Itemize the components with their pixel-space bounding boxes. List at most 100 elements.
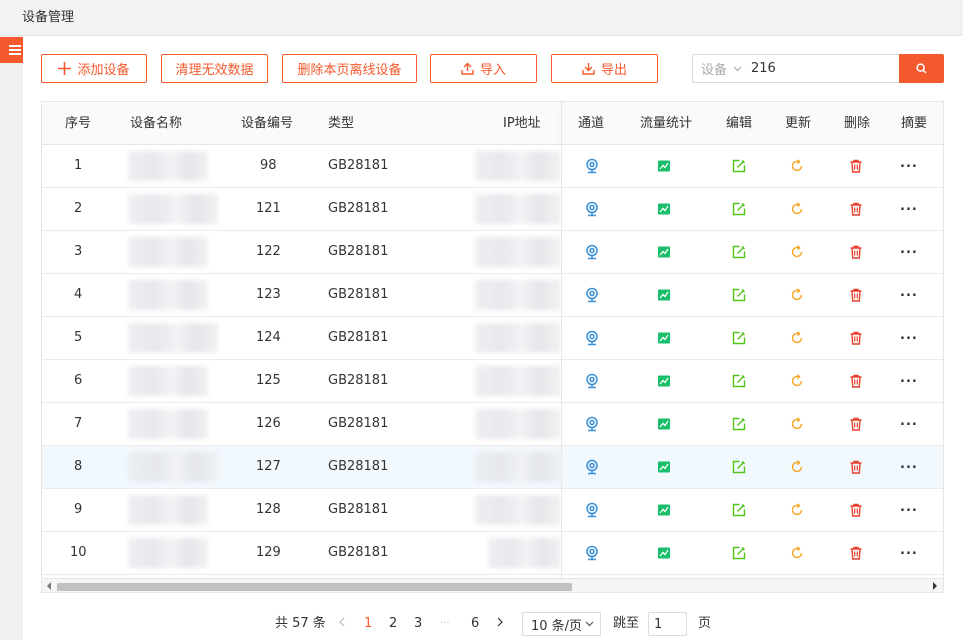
- summary-more-button[interactable]: ...: [900, 446, 918, 488]
- page-2-button[interactable]: 2: [389, 612, 397, 636]
- search-button[interactable]: [899, 54, 944, 83]
- edit-icon: [731, 158, 747, 178]
- table-row[interactable]: 6 125 GB28181...: [42, 360, 943, 403]
- summary-more-button[interactable]: ...: [900, 317, 918, 359]
- table-row[interactable]: 7 126 GB28181...: [42, 403, 943, 446]
- scroll-right-arrow-icon[interactable]: [933, 582, 937, 590]
- jump-to-page-input[interactable]: [648, 612, 687, 636]
- update-button[interactable]: [789, 502, 805, 518]
- summary-more-button[interactable]: ...: [900, 532, 918, 574]
- summary-more-button[interactable]: ...: [900, 231, 918, 273]
- edit-button[interactable]: [731, 201, 747, 217]
- traffic-stats-button[interactable]: [656, 502, 672, 518]
- delete-button[interactable]: [848, 287, 864, 303]
- page-ellipsis[interactable]: ···: [440, 612, 450, 636]
- traffic-stats-button[interactable]: [656, 373, 672, 389]
- channel-button[interactable]: [584, 416, 600, 432]
- channel-button[interactable]: [584, 158, 600, 174]
- channel-button[interactable]: [584, 201, 600, 217]
- prev-page-button[interactable]: [338, 612, 346, 636]
- edit-button[interactable]: [731, 287, 747, 303]
- traffic-stats-button[interactable]: [656, 459, 672, 475]
- delete-button[interactable]: [848, 416, 864, 432]
- update-button[interactable]: [789, 373, 805, 389]
- update-button[interactable]: [789, 545, 805, 561]
- search-input[interactable]: [745, 61, 885, 76]
- table-row[interactable]: 4 123 GB28181...: [42, 274, 943, 317]
- delete-button[interactable]: [848, 459, 864, 475]
- channel-button[interactable]: [584, 545, 600, 561]
- update-button[interactable]: [789, 330, 805, 346]
- page-size-select[interactable]: 10 条/页: [522, 612, 601, 636]
- edit-button[interactable]: [731, 545, 747, 561]
- table-row[interactable]: 2 121 GB28181...: [42, 188, 943, 231]
- delete-offline-devices-button[interactable]: 删除本页离线设备: [282, 54, 417, 83]
- traffic-stats-button[interactable]: [656, 330, 672, 346]
- trash-icon: [848, 545, 864, 565]
- delete-button[interactable]: [848, 373, 864, 389]
- update-button[interactable]: [789, 244, 805, 260]
- update-button[interactable]: [789, 158, 805, 174]
- update-button[interactable]: [789, 287, 805, 303]
- delete-button[interactable]: [848, 330, 864, 346]
- summary-more-button[interactable]: ...: [900, 403, 918, 445]
- add-device-button[interactable]: 添加设备: [41, 54, 147, 83]
- traffic-stats-button[interactable]: [656, 201, 672, 217]
- export-button[interactable]: 导出: [551, 54, 658, 83]
- import-button[interactable]: 导入: [430, 54, 537, 83]
- column-header-type: 类型: [328, 116, 355, 131]
- scroll-left-arrow-icon[interactable]: [47, 582, 51, 590]
- traffic-stats-button[interactable]: [656, 416, 672, 432]
- clean-invalid-data-button[interactable]: 清理无效数据: [161, 54, 268, 83]
- edit-button[interactable]: [731, 373, 747, 389]
- device-code: 125: [256, 373, 281, 388]
- search-field-select[interactable]: 设备: [693, 59, 745, 78]
- horizontal-scrollbar[interactable]: [42, 578, 943, 592]
- delete-button[interactable]: [848, 545, 864, 561]
- next-page-button[interactable]: [496, 612, 504, 636]
- channel-button[interactable]: [584, 459, 600, 475]
- scrollbar-thumb[interactable]: [57, 583, 572, 591]
- page-6-button[interactable]: 6: [471, 612, 479, 636]
- summary-more-button[interactable]: ...: [900, 274, 918, 316]
- channel-button[interactable]: [584, 330, 600, 346]
- summary-more-button[interactable]: ...: [900, 489, 918, 531]
- table-row[interactable]: 8 127 GB28181...: [42, 446, 943, 489]
- traffic-stats-button[interactable]: [656, 158, 672, 174]
- delete-button[interactable]: [848, 244, 864, 260]
- traffic-stats-button[interactable]: [656, 287, 672, 303]
- page-3-button[interactable]: 3: [414, 612, 422, 636]
- delete-button[interactable]: [848, 201, 864, 217]
- summary-more-button[interactable]: ...: [900, 145, 918, 187]
- update-button[interactable]: [789, 416, 805, 432]
- channel-button[interactable]: [584, 502, 600, 518]
- jump-to-label: 跳至: [613, 616, 640, 631]
- webcam-icon: [584, 244, 600, 264]
- traffic-stats-button[interactable]: [656, 545, 672, 561]
- table-row[interactable]: 9 128 GB28181...: [42, 489, 943, 532]
- channel-button[interactable]: [584, 244, 600, 260]
- page-1-button[interactable]: 1: [364, 612, 372, 636]
- summary-more-button[interactable]: ...: [900, 360, 918, 402]
- channel-button[interactable]: [584, 373, 600, 389]
- edit-button[interactable]: [731, 416, 747, 432]
- edit-button[interactable]: [731, 244, 747, 260]
- ip-address-redacted: [475, 194, 560, 224]
- summary-more-button[interactable]: ...: [900, 188, 918, 230]
- channel-button[interactable]: [584, 287, 600, 303]
- table-row[interactable]: 1 98 GB28181...: [42, 145, 943, 188]
- delete-button[interactable]: [848, 502, 864, 518]
- traffic-stats-button[interactable]: [656, 244, 672, 260]
- update-button[interactable]: [789, 459, 805, 475]
- delete-button[interactable]: [848, 158, 864, 174]
- device-name-redacted: [128, 452, 218, 482]
- table-row[interactable]: 3 122 GB28181...: [42, 231, 943, 274]
- table-row[interactable]: 5 124 GB28181...: [42, 317, 943, 360]
- edit-button[interactable]: [731, 330, 747, 346]
- edit-button[interactable]: [731, 459, 747, 475]
- webcam-icon: [584, 158, 600, 178]
- table-row[interactable]: 10 129 GB28181...: [42, 532, 943, 575]
- edit-button[interactable]: [731, 502, 747, 518]
- edit-button[interactable]: [731, 158, 747, 174]
- update-button[interactable]: [789, 201, 805, 217]
